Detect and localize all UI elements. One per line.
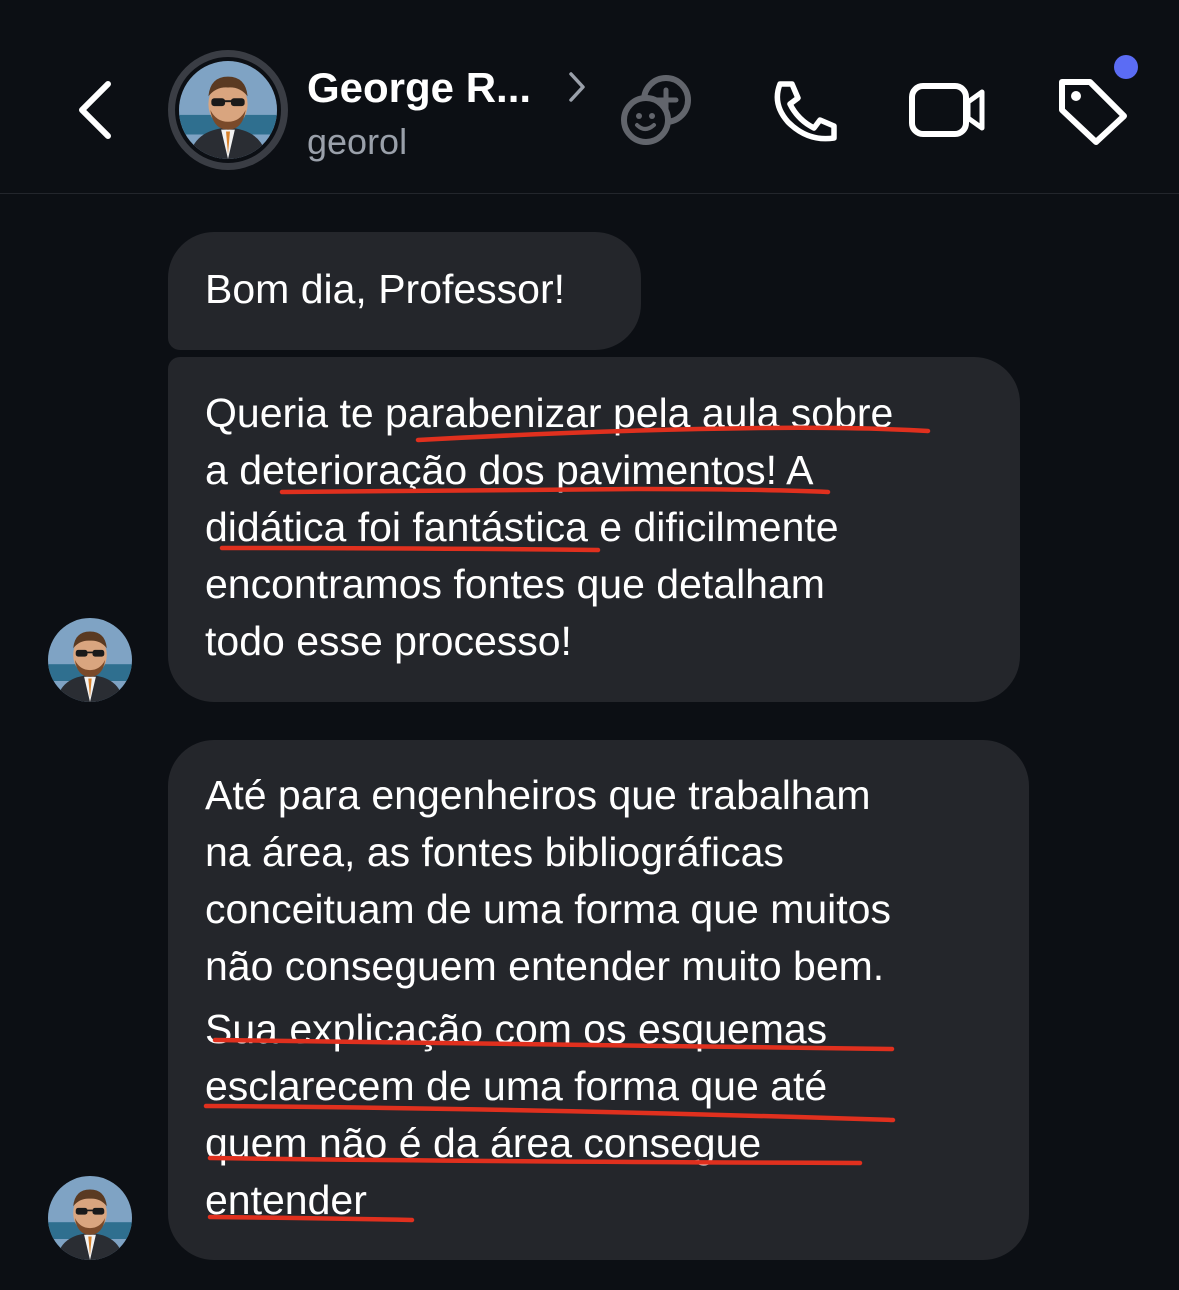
tag-icon[interactable]	[1054, 76, 1130, 146]
sender-avatar[interactable]	[48, 1176, 132, 1260]
back-icon[interactable]	[72, 78, 122, 142]
contact-username: georol	[307, 121, 408, 162]
message-text-line: não conseguem entender muito bem.	[205, 943, 885, 989]
message-text-line: Queria te parabenizar pela aula sobre	[205, 390, 894, 436]
message-text-line: esclarecem de uma forma que até	[205, 1063, 828, 1109]
phone-icon[interactable]	[768, 78, 840, 144]
message-text-line: Bom dia, Professor!	[205, 266, 566, 312]
message-bubble[interactable]: Bom dia, Professor!	[168, 232, 641, 350]
profile-photo	[48, 618, 132, 702]
message-text-line: encontramos fontes que detalham	[205, 561, 825, 607]
message-text-line: didática foi fantástica e dificilmente	[205, 504, 839, 550]
message-text-line: todo esse processo!	[205, 618, 572, 664]
message-text-line: Até para engenheiros que trabalham	[205, 772, 871, 818]
message-text-line: entender	[205, 1177, 367, 1223]
chat-header: George R... georol	[0, 0, 1179, 194]
profile-photo	[48, 1176, 132, 1260]
sender-avatar[interactable]	[48, 618, 132, 702]
message-bubble[interactable]: Até para engenheiros que trabalham na ár…	[168, 740, 1029, 1260]
message-text-line: Sua explicação com os esquemas	[205, 1006, 828, 1052]
message-text-line: na área, as fontes bibliográficas	[205, 829, 784, 875]
effects-icon[interactable]	[618, 72, 698, 148]
contact-name[interactable]: George R...	[307, 64, 531, 112]
video-icon[interactable]	[908, 80, 988, 140]
profile-photo	[179, 61, 277, 159]
contact-avatar[interactable]	[168, 50, 288, 170]
message-bubble[interactable]: Queria te parabenizar pela aula sobre a …	[168, 357, 1020, 702]
unread-indicator-dot	[1114, 55, 1138, 79]
message-text-line: a deterioração dos pavimentos! A	[205, 447, 814, 493]
chevron-right-icon[interactable]	[566, 70, 588, 104]
message-text-line: conceituam de uma forma que muitos	[205, 886, 891, 932]
message-text-line: quem não é da área consegue	[205, 1120, 762, 1166]
